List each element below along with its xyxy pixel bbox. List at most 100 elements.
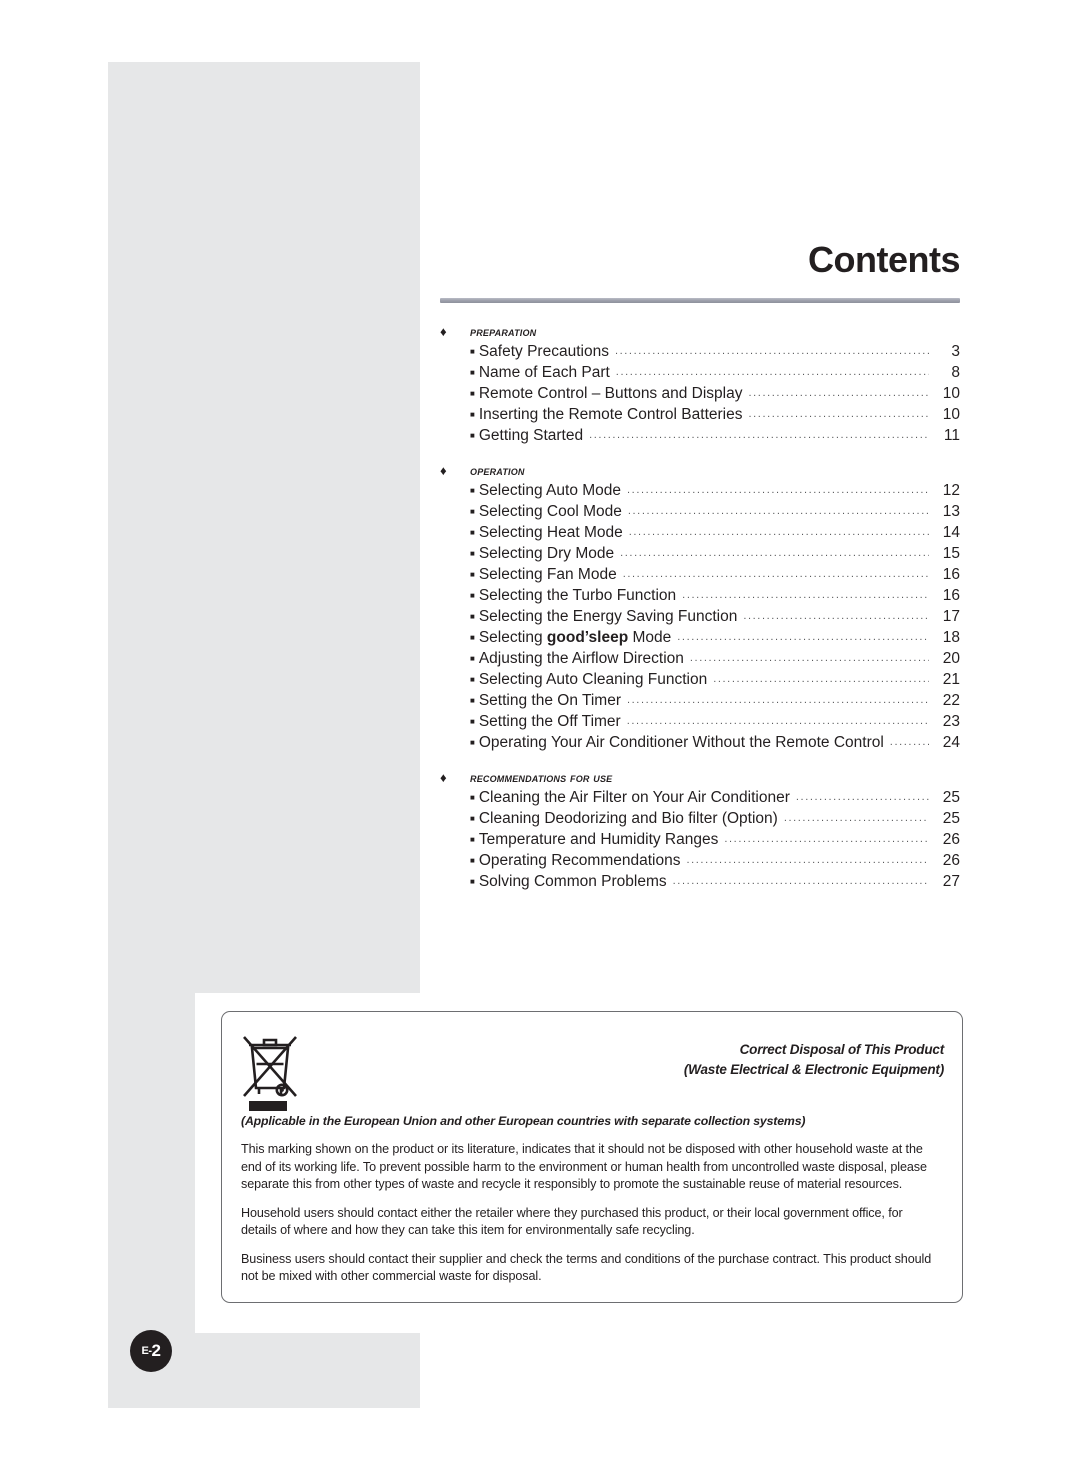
square-bullet-icon: ■: [470, 674, 475, 684]
toc-entry-page-number: 26: [942, 830, 960, 848]
toc-entry[interactable]: ■ Operating Your Air Conditioner Without …: [440, 733, 960, 754]
diamond-bullet-icon: ♦: [440, 463, 447, 479]
toc-entry-emphasis: good’sleep: [546, 628, 629, 646]
toc-entry[interactable]: ■ Selecting Cool Mode....................…: [440, 502, 960, 523]
toc-section: ♦ Operation ■ Selecting Auto Mode..........…: [440, 464, 960, 754]
toc-entry-label: Temperature and Humidity Ranges: [478, 830, 719, 848]
disposal-notice-box: Correct Disposal of This Product (Waste …: [221, 1011, 963, 1303]
toc-entry-label: Solving Common Problems: [478, 872, 667, 890]
toc-entry-label: Setting the On Timer: [478, 691, 621, 709]
square-bullet-icon: ■: [470, 834, 475, 844]
toc-entry[interactable]: ■ Temperature and Humidity Ranges........…: [440, 830, 960, 851]
toc-entry-label: Selecting Dry Mode: [478, 544, 615, 562]
toc-entry-label: Selecting the Energy Saving Function: [478, 607, 738, 625]
square-bullet-icon: ■: [470, 430, 475, 440]
toc-entry-label: Selecting Heat Mode: [478, 523, 623, 541]
toc-entry[interactable]: ■ Selecting the Energy Saving Function...…: [440, 607, 960, 628]
toc-section: ♦ Recommendations for use ■ Cleaning the Ai…: [440, 771, 960, 893]
table-of-contents: ♦ Preparation ■ Safety Precautions.........…: [440, 325, 960, 893]
crossed-out-wheelie-bin-icon: [238, 1026, 302, 1117]
toc-entry[interactable]: ■ Adjusting the Airflow Direction........…: [440, 649, 960, 670]
diamond-bullet-icon: ♦: [440, 770, 447, 786]
toc-entry-label: Selecting Fan Mode: [478, 565, 617, 583]
toc-entry-page-number: 13: [942, 502, 960, 520]
disposal-paragraph: Household users should contact either th…: [241, 1205, 903, 1238]
contents-section: Contents ♦ Preparation ■ Safety Precautions…: [440, 240, 961, 893]
toc-entry-page-number: 27: [942, 872, 960, 890]
toc-entry-page-number: 10: [942, 405, 960, 423]
toc-entry[interactable]: ■ Selecting Auto Cleaning Function.......…: [440, 670, 960, 691]
toc-entry[interactable]: ■ Selecting Dry Mode.....................…: [440, 544, 960, 565]
leader-dots: ........................................…: [748, 407, 929, 420]
toc-entry-page-number: 11: [943, 426, 960, 444]
leader-dots: ........................................…: [724, 832, 929, 845]
leader-dots: ........................................…: [682, 588, 929, 601]
toc-entry-label: Name of Each Part: [478, 363, 610, 381]
toc-entry-page-number: 16: [942, 565, 960, 583]
toc-entry[interactable]: ■ Selecting the Turbo Function...........…: [440, 586, 960, 607]
leader-dots: ........................................…: [628, 525, 929, 538]
square-bullet-icon: ■: [470, 813, 475, 823]
toc-section-label: Preparation: [470, 324, 537, 339]
leader-dots: ........................................…: [614, 344, 929, 357]
toc-entry-label: Selecting good’sleep Mode: [478, 628, 672, 646]
toc-entry-page-number: 14: [942, 523, 960, 541]
square-bullet-icon: ■: [470, 506, 475, 516]
leader-dots: ........................................…: [622, 567, 929, 580]
toc-entry[interactable]: ■ Cleaning Deodorizing and Bio filter (Op…: [440, 809, 960, 830]
toc-entry-page-number: 21: [942, 670, 960, 688]
toc-entry[interactable]: ■ Safety Precautions.....................…: [440, 342, 960, 363]
leader-dots: ........................................…: [627, 693, 929, 706]
square-bullet-icon: ■: [470, 548, 475, 558]
disposal-notice-body: (Applicable in the European Union and ot…: [222, 1113, 962, 1286]
toc-entry[interactable]: ■ Selecting good’sleep Mode..............…: [440, 628, 960, 649]
toc-entry[interactable]: ■ Remote Control – Buttons and Display...…: [440, 384, 960, 405]
leader-dots: ........................................…: [589, 428, 929, 441]
disposal-notice-header: Correct Disposal of This Product (Waste …: [222, 1012, 962, 1117]
toc-entry-page-number: 15: [942, 544, 960, 562]
leader-dots: ........................................…: [795, 790, 929, 803]
square-bullet-icon: ■: [470, 409, 475, 419]
toc-entry-label: Cleaning the Air Filter on Your Air Cond…: [478, 788, 790, 806]
square-bullet-icon: ■: [470, 855, 475, 865]
disposal-title-line-2: (Waste Electrical & Electronic Equipment…: [683, 1062, 944, 1077]
toc-entry[interactable]: ■ Solving Common Problems................…: [440, 872, 960, 893]
page-badge-number: 2: [151, 1341, 161, 1360]
toc-entry-page-number: 24: [942, 733, 960, 751]
page-badge-prefix: E-: [141, 1345, 153, 1357]
disposal-paragraph: This marking shown on the product or its…: [241, 1142, 927, 1191]
toc-entry-page-number: 3: [951, 342, 960, 360]
toc-entry-label: Cleaning Deodorizing and Bio filter (Opt…: [478, 809, 778, 827]
toc-entry-label: Getting Started: [478, 426, 584, 444]
square-bullet-icon: ■: [470, 485, 475, 495]
toc-entry-label: Operating Your Air Conditioner Without t…: [478, 733, 884, 751]
leader-dots: ........................................…: [627, 504, 929, 517]
toc-entry-page-number: 26: [942, 851, 960, 869]
toc-entry-label: Adjusting the Airflow Direction: [478, 649, 684, 667]
toc-entry-page-number: 20: [942, 649, 960, 667]
toc-entry-label: Safety Precautions: [478, 342, 609, 360]
toc-entry[interactable]: ■ Inserting the Remote Control Batteries.…: [440, 405, 960, 426]
toc-entry[interactable]: ■ Operating Recommendations..............…: [440, 851, 960, 872]
toc-entry[interactable]: ■ Setting the On Timer...................…: [440, 691, 960, 712]
leader-dots: ........................................…: [748, 386, 929, 399]
toc-entry[interactable]: ■ Cleaning the Air Filter on Your Air Con…: [440, 788, 960, 809]
toc-entry-page-number: 10: [942, 384, 960, 402]
toc-entry[interactable]: ■ Selecting Fan Mode.....................…: [440, 565, 960, 586]
leader-dots: ........................................…: [627, 483, 929, 496]
toc-entry[interactable]: ■ Setting the Off Timer..................…: [440, 712, 960, 733]
toc-entry-page-number: 23: [942, 712, 960, 730]
disposal-paragraph: Business users should contact their supp…: [241, 1251, 932, 1284]
toc-entry[interactable]: ■ Selecting Auto Mode....................…: [440, 481, 960, 502]
square-bullet-icon: ■: [470, 792, 475, 802]
square-bullet-icon: ■: [470, 527, 475, 537]
toc-entry[interactable]: ■ Name of Each Part......................…: [440, 363, 960, 384]
square-bullet-icon: ■: [470, 590, 475, 600]
toc-entry[interactable]: ■ Selecting Heat Mode....................…: [440, 523, 960, 544]
leader-dots: ........................................…: [626, 714, 929, 727]
toc-entry-page-number: 8: [951, 363, 960, 381]
leader-dots: ........................................…: [620, 546, 929, 559]
toc-entry[interactable]: ■ Getting Started........................…: [440, 426, 960, 447]
leader-dots: ........................................…: [615, 365, 929, 378]
square-bullet-icon: ■: [470, 695, 475, 705]
